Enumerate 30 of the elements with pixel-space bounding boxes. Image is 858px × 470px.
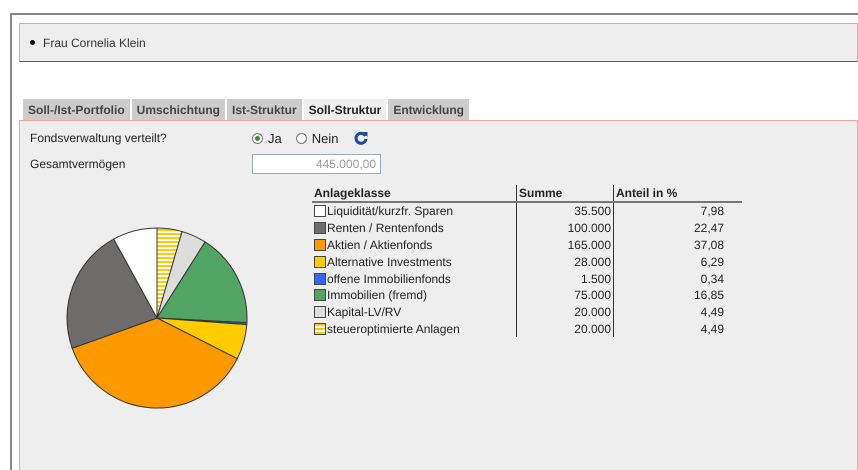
table-cell: 75.000 [516,286,614,304]
table-cell: 35.500 [516,202,614,220]
table-cell: Renten / Rentenfonds [327,221,444,236]
customer-name: Frau Cornelia Klein [43,36,146,50]
table-cell: Immobilien (fremd) [327,288,428,302]
table-cell: 20.000 [516,304,614,321]
column-header: Anlageklasse [312,185,516,202]
table-cell: 6,29 [614,253,742,270]
table-cell: 7,98 [614,202,742,220]
table-cell: 0,34 [614,270,742,287]
column-header: Summe [516,185,614,202]
table-cell: steueroptimierte Anlagen [327,322,460,336]
field-label: Gesamtvermögen [30,157,126,171]
table-cell: 22,47 [614,220,742,237]
table-cell: 20.000 [516,320,614,338]
table-cell: Alternative Investments [327,254,452,269]
table-cell: 37,08 [614,236,742,254]
table-cell: 100.000 [516,220,614,237]
table-cell: 4,49 [614,320,742,338]
table-cell: 1.500 [516,270,614,287]
table-cell: Aktien / Aktienfonds [327,238,432,252]
table-cell: 16,85 [614,286,742,304]
table-cell: 165.000 [516,236,614,254]
table-cell: 28.000 [516,253,614,270]
field-label: Fondsverwaltung verteilt? [30,131,168,145]
table-cell: Kapital-LV/RV [327,305,402,320]
table-cell: 4,49 [614,304,742,321]
table-cell: offene Immobilienfonds [327,272,451,286]
column-header: Anteil in % [614,185,742,202]
table-cell: Liquidität/kurzfr. Sparen [327,204,454,218]
